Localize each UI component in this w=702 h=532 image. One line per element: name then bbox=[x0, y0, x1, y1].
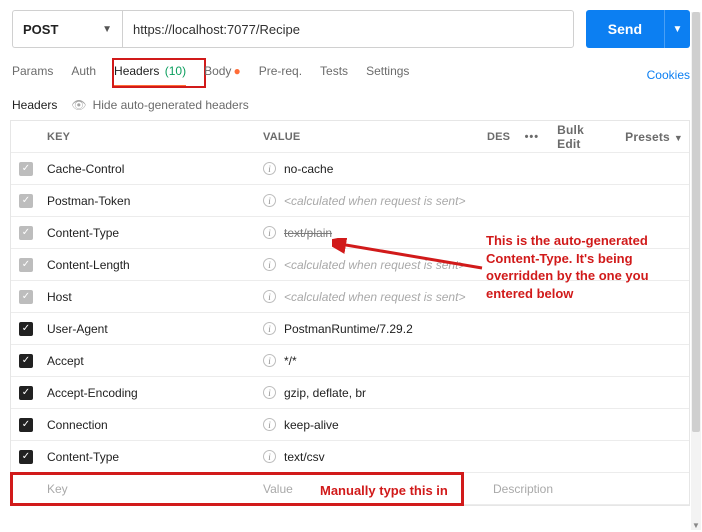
row-checkbox[interactable]: ✓ bbox=[19, 322, 33, 336]
new-desc-input[interactable]: Description bbox=[487, 482, 689, 496]
header-key[interactable]: Content-Length bbox=[41, 258, 257, 272]
col-description: DES bbox=[487, 131, 519, 143]
info-icon[interactable]: i bbox=[263, 290, 276, 303]
bulk-edit-button[interactable]: Bulk Edit bbox=[557, 123, 607, 151]
tab-headers[interactable]: Headers (10) bbox=[114, 64, 186, 86]
table-row: ✓ User-AgentiPostmanRuntime/7.29.2 bbox=[11, 313, 689, 345]
table-row: ✓ Cache-Controlino-cache bbox=[11, 153, 689, 185]
new-key-input[interactable]: Key bbox=[41, 482, 257, 496]
annotation-text: Manually type this in bbox=[320, 483, 448, 498]
row-checkbox[interactable]: ✓ bbox=[19, 162, 33, 176]
hide-generated-toggle[interactable]: 👁 Hide auto-generated headers bbox=[71, 98, 248, 112]
send-more-button[interactable]: ▼ bbox=[664, 10, 690, 48]
scrollbar-thumb[interactable] bbox=[692, 12, 700, 432]
row-checkbox[interactable]: ✓ bbox=[19, 418, 33, 432]
vertical-scrollbar[interactable]: ▼ bbox=[691, 12, 701, 530]
table-row: ✓ Accept-Encodingigzip, deflate, br bbox=[11, 377, 689, 409]
tab-body[interactable]: Body● bbox=[204, 64, 241, 86]
info-icon[interactable]: i bbox=[263, 226, 276, 239]
url-value: https://localhost:7077/Recipe bbox=[133, 22, 300, 37]
header-key[interactable]: Content-Type bbox=[41, 226, 257, 240]
row-checkbox[interactable]: ✓ bbox=[19, 450, 33, 464]
tab-tests[interactable]: Tests bbox=[320, 64, 348, 86]
tab-prereq[interactable]: Pre-req. bbox=[259, 64, 302, 86]
more-columns-button[interactable]: ••• bbox=[525, 131, 540, 143]
header-key[interactable]: Postman-Token bbox=[41, 194, 257, 208]
header-value[interactable]: ikeep-alive bbox=[257, 418, 487, 432]
header-key[interactable]: Cache-Control bbox=[41, 162, 257, 176]
tab-params[interactable]: Params bbox=[12, 64, 53, 86]
headers-title: Headers bbox=[12, 98, 57, 112]
row-checkbox[interactable]: ✓ bbox=[19, 194, 33, 208]
eye-off-icon: 👁 bbox=[71, 98, 86, 112]
info-icon[interactable]: i bbox=[263, 418, 276, 431]
table-row: ✓ Connectionikeep-alive bbox=[11, 409, 689, 441]
row-checkbox[interactable]: ✓ bbox=[19, 354, 33, 368]
header-value[interactable]: i<calculated when request is sent> bbox=[257, 194, 487, 208]
headers-table: KEY VALUE DES ••• Bulk Edit Presets▼ ✓ Ca… bbox=[10, 120, 690, 506]
header-key[interactable]: User-Agent bbox=[41, 322, 257, 336]
info-icon[interactable]: i bbox=[263, 322, 276, 335]
http-method-label: POST bbox=[23, 22, 58, 37]
chevron-down-icon: ▼ bbox=[102, 24, 112, 35]
header-value[interactable]: itext/csv bbox=[257, 450, 487, 464]
table-row: ✓ Accepti*/* bbox=[11, 345, 689, 377]
header-value[interactable]: iPostmanRuntime/7.29.2 bbox=[257, 322, 487, 336]
header-key[interactable]: Content-Type bbox=[41, 450, 257, 464]
header-value[interactable]: i<calculated when request is sent> bbox=[257, 290, 487, 304]
tab-auth[interactable]: Auth bbox=[71, 64, 96, 86]
tab-settings[interactable]: Settings bbox=[366, 64, 409, 86]
table-row: ✓ Postman-Tokeni<calculated when request … bbox=[11, 185, 689, 217]
header-value[interactable]: ino-cache bbox=[257, 162, 487, 176]
chevron-down-icon: ▼ bbox=[673, 24, 683, 35]
row-checkbox[interactable]: ✓ bbox=[19, 386, 33, 400]
info-icon[interactable]: i bbox=[263, 194, 276, 207]
http-method-select[interactable]: POST ▼ bbox=[12, 10, 122, 48]
presets-dropdown[interactable]: Presets▼ bbox=[625, 130, 683, 144]
cookies-link[interactable]: Cookies bbox=[647, 68, 690, 82]
header-value[interactable]: i<calculated when request is sent> bbox=[257, 258, 487, 272]
annotation-text: This is the auto-generated Content-Type.… bbox=[486, 232, 686, 302]
info-icon[interactable]: i bbox=[263, 386, 276, 399]
header-key[interactable]: Host bbox=[41, 290, 257, 304]
chevron-down-icon: ▼ bbox=[674, 133, 683, 143]
table-row: ✓ Content-Typeitext/csv bbox=[11, 441, 689, 473]
row-checkbox[interactable]: ✓ bbox=[19, 290, 33, 304]
send-button[interactable]: Send bbox=[586, 10, 664, 48]
info-icon[interactable]: i bbox=[263, 450, 276, 463]
row-checkbox[interactable]: ✓ bbox=[19, 226, 33, 240]
url-input[interactable]: https://localhost:7077/Recipe bbox=[122, 10, 574, 48]
table-header: KEY VALUE DES ••• Bulk Edit Presets▼ bbox=[11, 121, 689, 153]
request-tabs: Params Auth Headers (10) Body● Pre-req. … bbox=[12, 64, 690, 86]
header-key[interactable]: Accept bbox=[41, 354, 257, 368]
header-value[interactable]: itext/plain bbox=[257, 226, 487, 240]
header-key[interactable]: Accept-Encoding bbox=[41, 386, 257, 400]
info-icon[interactable]: i bbox=[263, 258, 276, 271]
header-key[interactable]: Connection bbox=[41, 418, 257, 432]
header-value[interactable]: igzip, deflate, br bbox=[257, 386, 487, 400]
header-value[interactable]: i*/* bbox=[257, 354, 487, 368]
info-icon[interactable]: i bbox=[263, 354, 276, 367]
row-checkbox[interactable]: ✓ bbox=[19, 258, 33, 272]
info-icon[interactable]: i bbox=[263, 162, 276, 175]
